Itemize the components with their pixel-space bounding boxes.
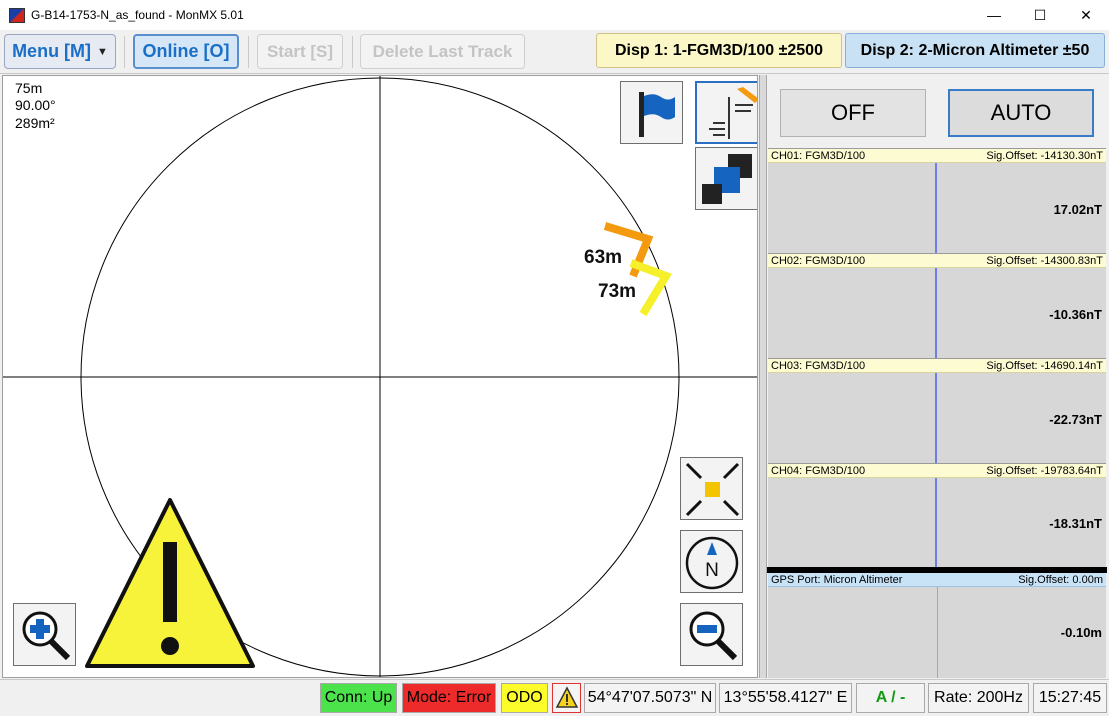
ak-status: A / - [856,683,925,713]
map-scale: 75m [15,80,43,96]
map-area: 289m² [15,115,55,131]
toolbar-separator [352,36,353,68]
channel-value: -10.36nT [1049,307,1102,322]
channel-offset: Sig.Offset: 0.00m [1018,573,1103,586]
channel-name: CH01: FGM3D/100 [771,149,866,162]
channel-value: -18.31nT [1049,516,1102,531]
menu-button-label: Menu [M] [12,41,92,61]
center-icon [685,462,740,517]
mode-status: Mode: Error [402,683,496,713]
map-heading: 90.00° [15,97,56,113]
channel-name: CH04: FGM3D/100 [771,464,866,477]
time-readout: 15:27:45 [1033,683,1107,713]
channel-name: CH03: FGM3D/100 [771,359,866,372]
panels-icon [702,154,752,204]
map-view[interactable]: 75m 90.00° 289m² 63m 73m N [2,75,758,678]
zoom-out-icon [689,611,738,661]
channel-offset: Sig.Offset: -19783.64nT [986,464,1103,477]
window-title: G-B14-1753-N_as_found - MonMX 5.01 [31,8,244,22]
gps-channel: GPS Port: Micron Altimeter Sig.Offset: 0… [768,573,1106,678]
flag-button[interactable] [620,81,683,144]
delete-last-track-button[interactable]: Delete Last Track [360,34,525,69]
compass-button[interactable]: N [680,530,743,593]
warning-icon [85,498,255,668]
rate-readout: Rate: 200Hz [928,683,1029,713]
start-button[interactable]: Start [S] [257,34,343,69]
app-logo-icon [9,8,25,23]
maximize-button[interactable]: ☐ [1017,0,1063,30]
channel-header: CH04: FGM3D/100 Sig.Offset: -19783.64nT [768,464,1106,478]
display2-button[interactable]: Disp 2: 2-Micron Altimeter ±50 [845,33,1105,68]
title-bar: G-B14-1753-N_as_found - MonMX 5.01 — ☐ ✕ [0,0,1109,30]
track-distance-label: 73m [598,281,637,302]
menu-button[interactable]: Menu [M] ▼ [4,34,116,69]
layers-icon [709,87,757,139]
channel-4: CH04: FGM3D/100 Sig.Offset: -19783.64nT … [768,463,1106,568]
track-distance-label: 63m [584,247,623,268]
monmx-window: G-B14-1753-N_as_found - MonMX 5.01 — ☐ ✕… [0,0,1109,716]
channel-3: CH03: FGM3D/100 Sig.Offset: -14690.14nT … [768,358,1106,464]
channel-2: CH02: FGM3D/100 Sig.Offset: -14300.83nT … [768,253,1106,359]
panels-button[interactable] [695,147,757,210]
longitude-readout: 13°55'58.4127" E [719,683,852,713]
signal-panel: OFF AUTO CH01: FGM3D/100 Sig.Offset: -14… [767,75,1107,678]
toolbar-separator [248,36,249,68]
channel-trace [937,587,938,678]
channel-1: CH01: FGM3D/100 Sig.Offset: -14130.30nT … [768,148,1106,254]
toolbar-separator [124,36,125,68]
chevron-down-icon: ▼ [97,45,108,58]
connection-status: Conn: Up [320,683,397,713]
channel-header: GPS Port: Micron Altimeter Sig.Offset: 0… [768,573,1106,587]
channel-value: 17.02nT [1053,202,1102,217]
compass-letter: N [705,560,719,581]
channel-offset: Sig.Offset: -14690.14nT [986,359,1103,372]
channel-name: GPS Port: Micron Altimeter [771,573,903,586]
off-button[interactable]: OFF [780,89,926,137]
layers-button[interactable] [695,81,757,144]
channel-trace [935,478,937,568]
channel-trace [935,373,937,464]
close-button[interactable]: ✕ [1063,0,1109,30]
zoom-in-icon [22,611,71,661]
minimize-button[interactable]: — [971,0,1017,30]
channel-header: CH02: FGM3D/100 Sig.Offset: -14300.83nT [768,254,1106,268]
zoom-in-button[interactable] [13,603,76,666]
odo-status[interactable]: ODO [501,683,548,713]
compass-icon: N [685,536,739,590]
channel-header: CH03: FGM3D/100 Sig.Offset: -14690.14nT [768,359,1106,373]
channel-offset: Sig.Offset: -14300.83nT [986,254,1103,267]
channel-trace [935,163,937,254]
online-button[interactable]: Online [O] [133,34,239,69]
warning-icon [555,686,578,708]
channel-offset: Sig.Offset: -14130.30nT [986,149,1103,162]
channel-value: -22.73nT [1049,412,1102,427]
channel-trace [935,268,937,359]
latitude-readout: 54°47'07.5073" N [584,683,716,713]
status-bar: Conn: Up Mode: Error ODO 54°47'07.5073" … [0,679,1109,716]
panel-splitter[interactable] [759,75,767,678]
toolbar: Menu [M] ▼ Online [O] Start [S] Delete L… [0,30,1109,74]
channel-header: CH01: FGM3D/100 Sig.Offset: -14130.30nT [768,149,1106,163]
auto-button[interactable]: AUTO [948,89,1094,137]
display1-button[interactable]: Disp 1: 1-FGM3D/100 ±2500 [596,33,842,68]
flag-icon [639,92,675,137]
channel-name: CH02: FGM3D/100 [771,254,866,267]
channel-value: -0.10m [1060,625,1102,640]
zoom-out-button[interactable] [680,603,743,666]
center-button[interactable] [680,457,743,520]
warning-status[interactable] [552,683,581,713]
